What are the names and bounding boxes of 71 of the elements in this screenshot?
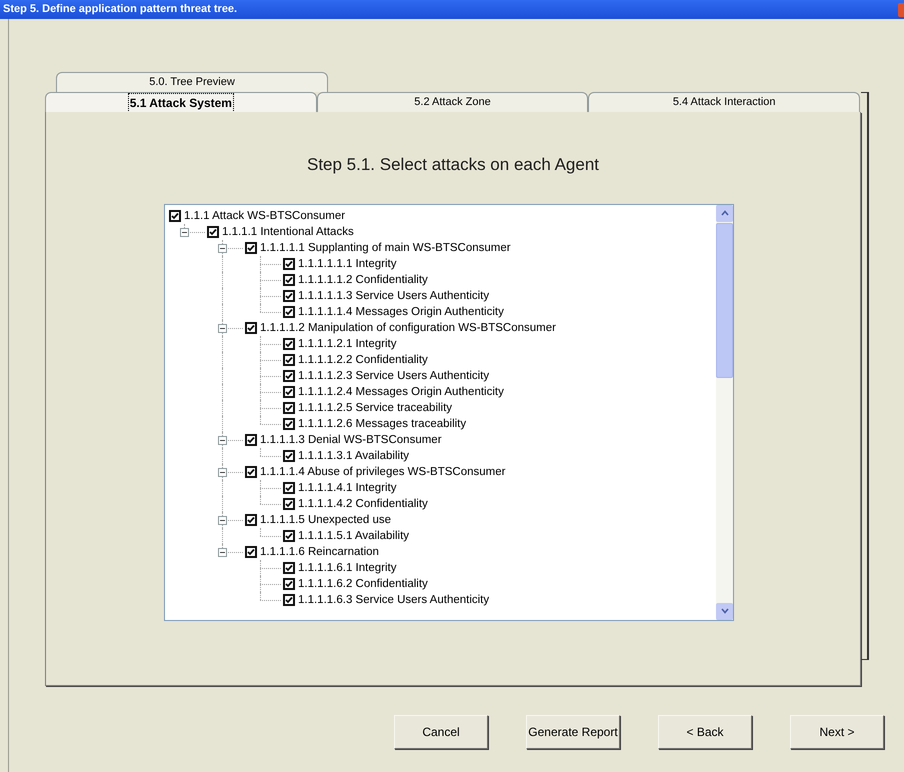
- tree-checkbox[interactable]: [283, 402, 295, 414]
- tree-checkbox[interactable]: [245, 242, 257, 254]
- collapse-toggle[interactable]: [218, 324, 227, 332]
- tab[interactable]: 5.0. Tree Preview: [56, 72, 328, 92]
- tree-item-label[interactable]: 1.1.1.1 Intentional Attacks: [222, 224, 354, 240]
- tree-item-label[interactable]: 1.1.1.1.2.6 Messages traceability: [298, 416, 466, 432]
- tree-item-label[interactable]: 1.1.1.1.4 Abuse of privileges WS-BTSConsumer: [260, 464, 506, 480]
- tree-item-label[interactable]: 1.1.1.1.4.2 Confidentiality: [298, 496, 428, 512]
- tree-item-label[interactable]: 1.1.1.1.6.3 Service Users Authenticity: [298, 592, 490, 608]
- tree-item-label[interactable]: 1.1.1.1.2 Manipulation of configuration WS-BTSConsumer: [260, 320, 556, 336]
- tree-checkbox[interactable]: [245, 546, 257, 558]
- tree-checkbox[interactable]: [283, 258, 295, 270]
- tree-checkbox[interactable]: [283, 450, 295, 462]
- tree-checkbox[interactable]: [207, 226, 219, 238]
- tree-item-label[interactable]: 1.1.1.1.4.1 Integrity: [298, 480, 396, 496]
- tree-checkbox[interactable]: [245, 322, 257, 334]
- tree-checkbox[interactable]: [283, 530, 295, 542]
- tree-checkbox[interactable]: [283, 562, 295, 574]
- tree-checkbox[interactable]: [245, 466, 257, 478]
- tree-checkbox[interactable]: [283, 386, 295, 398]
- dialog-button[interactable]: < Back: [658, 715, 752, 749]
- dialog-button[interactable]: Cancel: [394, 715, 488, 749]
- scroll-down-icon[interactable]: [716, 602, 733, 620]
- tab[interactable]: 5.2 Attack Zone: [316, 92, 588, 112]
- tree-item-label[interactable]: 1.1.1.1.5.1 Availability: [298, 528, 410, 544]
- collapse-toggle[interactable]: [218, 436, 227, 444]
- tree-item-label[interactable]: 1.1.1.1.3.1 Availability: [298, 448, 410, 464]
- tree-checkbox[interactable]: [283, 338, 295, 350]
- tree-item-label[interactable]: 1.1.1.1.2.1 Integrity: [298, 336, 396, 352]
- tree-checkbox[interactable]: [283, 418, 295, 430]
- tree-item-label[interactable]: 1.1.1.1.2.3 Service Users Authenticity: [298, 368, 490, 384]
- tree-item-label[interactable]: 1.1.1.1.6.2 Confidentiality: [298, 576, 428, 592]
- tree-checkbox[interactable]: [169, 210, 181, 222]
- tree-checkbox[interactable]: [283, 498, 295, 510]
- tree-item-label[interactable]: 1.1.1.1.1.4 Messages Origin Authenticity: [298, 304, 504, 320]
- collapse-toggle[interactable]: [218, 548, 227, 556]
- tree-checkbox[interactable]: [245, 514, 257, 526]
- tree-item-label[interactable]: 1.1.1.1.1 Supplanting of main WS-BTSConsumer: [260, 240, 511, 256]
- tree-item-label[interactable]: 1.1.1.1.2.4 Messages Origin Authenticity: [298, 384, 504, 400]
- collapse-toggle[interactable]: [218, 468, 227, 476]
- tree-item-label[interactable]: 1.1.1.1.1.2 Confidentiality: [298, 272, 428, 288]
- tree-checkbox[interactable]: [283, 578, 295, 590]
- tree-item-label[interactable]: 1.1.1.1.3 Denial WS-BTSConsumer: [260, 432, 442, 448]
- collapse-toggle[interactable]: [218, 516, 227, 524]
- dialog-button[interactable]: Next >: [790, 715, 884, 749]
- tree-item-label[interactable]: 1.1.1.1.6.1 Integrity: [298, 560, 396, 576]
- tree-item-label[interactable]: 1.1.1.1.2.5 Service traceability: [298, 400, 452, 416]
- tab[interactable]: 5.1 Attack System: [45, 92, 317, 112]
- tree-checkbox[interactable]: [283, 306, 295, 318]
- tree-item-label[interactable]: 1.1.1.1.5 Unexpected use: [260, 512, 392, 528]
- dialog-button[interactable]: Generate Report: [526, 715, 620, 749]
- tab[interactable]: 5.4 Attack Interaction: [588, 92, 860, 112]
- scroll-thumb[interactable]: [716, 222, 733, 378]
- scrollbar[interactable]: [716, 204, 733, 620]
- tree-item-label[interactable]: 1.1.1.1.1.3 Service Users Authenticity: [298, 288, 490, 304]
- tree-checkbox[interactable]: [283, 354, 295, 366]
- tree-checkbox[interactable]: [283, 274, 295, 286]
- tree-checkbox[interactable]: [245, 434, 257, 446]
- tree-checkbox[interactable]: [283, 482, 295, 494]
- collapse-toggle[interactable]: [218, 244, 227, 252]
- tree-item-label[interactable]: 1.1.1.1.1.1 Integrity: [298, 256, 396, 272]
- window-title: Step 5. Define application pattern threat tree.: [3, 2, 238, 18]
- tree-item-label[interactable]: 1.1.1.1.6 Reincarnation: [260, 544, 379, 560]
- tree-checkbox[interactable]: [283, 370, 295, 382]
- tree-item-label[interactable]: 1.1.1.1.2.2 Confidentiality: [298, 352, 428, 368]
- scroll-up-icon[interactable]: [716, 204, 733, 222]
- collapse-toggle[interactable]: [180, 228, 189, 236]
- heading: Step 5.1. Select attacks on each Agent: [306, 154, 600, 176]
- tree-checkbox[interactable]: [283, 290, 295, 302]
- tree-checkbox[interactable]: [283, 594, 295, 606]
- tree-item-label[interactable]: 1.1.1 Attack WS-BTSConsumer: [184, 208, 346, 224]
